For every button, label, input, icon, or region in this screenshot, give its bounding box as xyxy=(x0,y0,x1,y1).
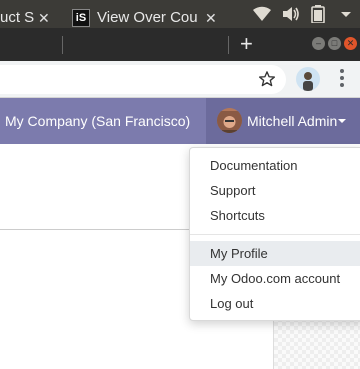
tab-title: View Over Cou xyxy=(97,9,198,26)
avatar xyxy=(217,108,242,133)
browser-tab[interactable]: iS View Over Cou ✕ xyxy=(64,3,224,33)
address-bar[interactable] xyxy=(0,65,286,94)
window-maximize-button[interactable]: □ xyxy=(328,37,341,50)
tab-separator xyxy=(62,36,63,54)
menu-item-documentation[interactable]: Documentation xyxy=(190,153,360,178)
menu-item-my-profile[interactable]: My Profile xyxy=(190,241,360,266)
menu-divider xyxy=(190,234,360,235)
battery-icon[interactable] xyxy=(311,5,325,23)
chevron-down-icon xyxy=(338,119,346,123)
tab-favicon-icon: iS xyxy=(72,9,90,27)
new-tab-button[interactable]: + xyxy=(240,31,253,57)
menu-item-odoo-account[interactable]: My Odoo.com account xyxy=(190,266,360,291)
tab-separator xyxy=(228,36,229,54)
browser-toolbar xyxy=(0,61,360,98)
user-dropdown-menu: Documentation Support Shortcuts My Profi… xyxy=(189,147,360,321)
browser-profile-avatar[interactable] xyxy=(296,67,320,91)
company-name: My Company (San Francisco) xyxy=(5,113,191,129)
user-name: Mitchell Admin xyxy=(247,113,338,129)
menu-item-shortcuts[interactable]: Shortcuts xyxy=(190,203,360,228)
tab-close-icon[interactable]: ✕ xyxy=(38,3,50,33)
company-switcher[interactable]: My Company (San Francisco) xyxy=(0,98,206,171)
bookmark-star-icon[interactable] xyxy=(258,70,276,88)
chevron-down-icon xyxy=(13,166,21,171)
browser-menu-icon[interactable] xyxy=(340,69,344,89)
tab-close-icon[interactable]: ✕ xyxy=(205,3,217,33)
window-minimize-button[interactable]: – xyxy=(312,37,325,50)
wifi-icon[interactable] xyxy=(252,5,272,23)
browser-tab[interactable]: uct S ✕ xyxy=(0,3,56,33)
odoo-top-navbar: My Company (San Francisco) Mitchell Admi… xyxy=(0,98,360,171)
side-panel-background xyxy=(273,318,360,369)
volume-icon[interactable] xyxy=(282,5,300,23)
window-close-button[interactable]: ✕ xyxy=(344,37,357,50)
menu-item-log-out[interactable]: Log out xyxy=(190,291,360,316)
menu-item-support[interactable]: Support xyxy=(190,178,360,203)
system-menu-caret-icon[interactable] xyxy=(340,5,352,23)
user-menu-toggle[interactable]: Mitchell Admin xyxy=(206,98,360,144)
tab-title: uct S xyxy=(0,9,35,26)
